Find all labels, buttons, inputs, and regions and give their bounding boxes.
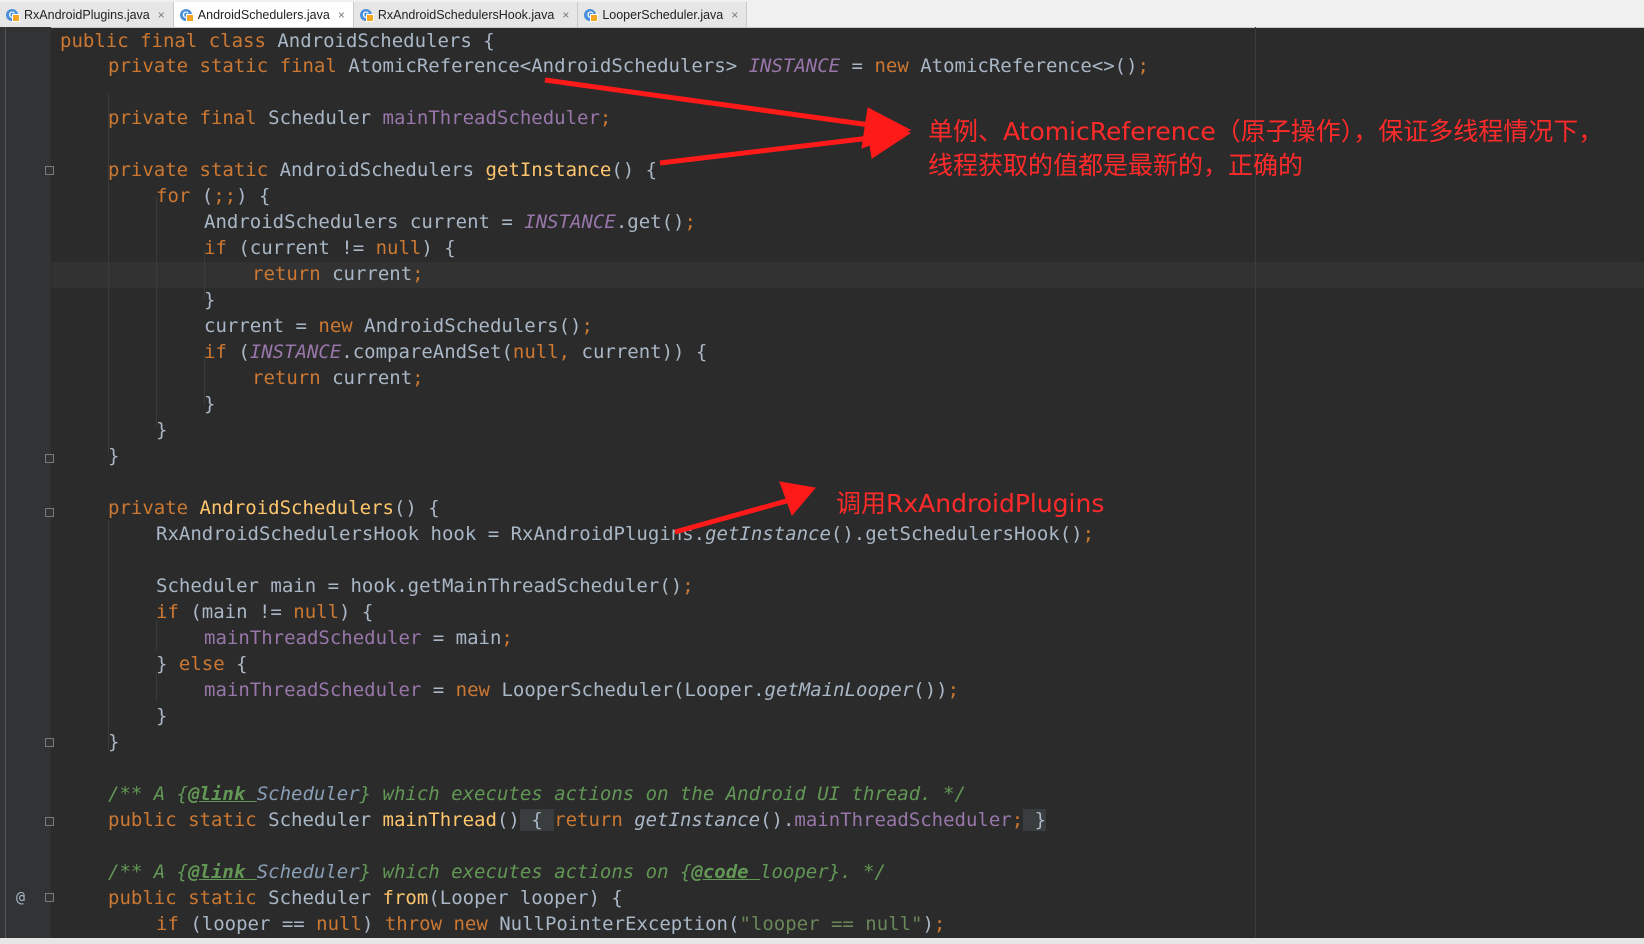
annotation-atomicreference-line1: 单例、AtomicReference（原子操作），保证多线程情况下， (928, 117, 1604, 146)
annotation-atomicreference-line2: 线程获取的值都是最新的，正确的 (928, 151, 1304, 180)
arrow-to-atomicreference-note (544, 77, 912, 166)
bottom-edge (0, 938, 1644, 944)
arrow-to-rxandroidplugins-note (674, 481, 816, 535)
annotation-rxandroidplugins: 调用RxAndroidPlugins (836, 489, 1105, 518)
